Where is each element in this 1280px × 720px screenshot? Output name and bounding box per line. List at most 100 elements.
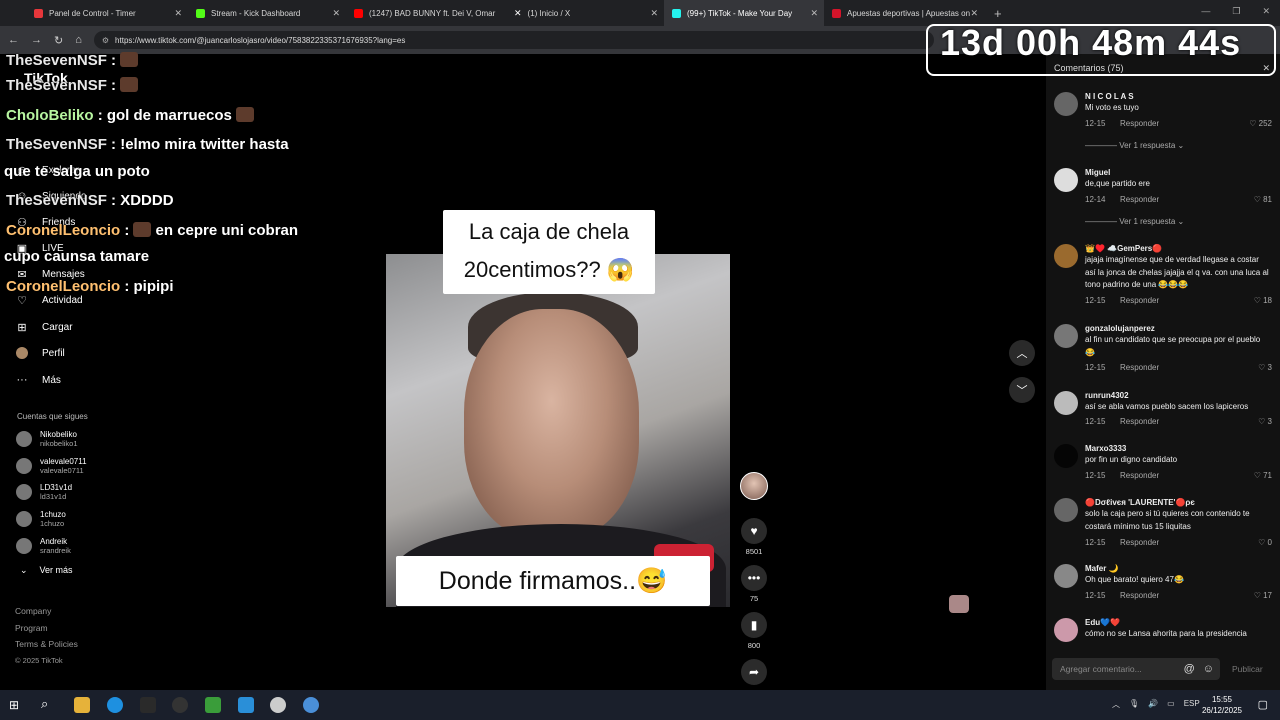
reply-button[interactable]: Responder <box>1120 538 1159 547</box>
reply-button[interactable]: Responder <box>1120 195 1159 204</box>
comment-like-button[interactable]: ♡ 18 <box>1254 296 1272 305</box>
avatar[interactable] <box>1054 324 1078 348</box>
comment-like-button[interactable]: ♡ 252 <box>1249 119 1272 128</box>
forward-icon[interactable]: → <box>31 34 42 46</box>
sidebar-item-explorar[interactable]: ◎ Explorar <box>16 164 79 177</box>
microphone-icon[interactable]: 🎙 <box>1129 699 1139 710</box>
tab-youtube[interactable]: (1247) BAD BUNNY ft. Dei V, Omar <box>346 0 506 26</box>
comment-button[interactable]: ••• 75 <box>738 565 770 603</box>
reply-button[interactable]: Responder <box>1120 591 1159 600</box>
close-tab-icon[interactable]: ✕ <box>650 8 658 19</box>
comment-like-button[interactable]: ♡ 81 <box>1254 195 1272 204</box>
reply-button[interactable]: Responder <box>1120 296 1159 305</box>
sidebar-item-perfil[interactable]: Perfil <box>16 347 65 359</box>
following-account[interactable]: valevale0711 valevale0711 <box>16 457 87 475</box>
sidebar-item-mas[interactable]: ··· Más <box>16 374 61 386</box>
sidebar-item-actividad[interactable]: ♡ Actividad <box>16 294 83 307</box>
following-account[interactable]: LD31v1d ld31v1d <box>16 483 72 501</box>
avatar[interactable] <box>1054 498 1078 522</box>
comment-like-button[interactable]: ♡ 71 <box>1254 471 1272 480</box>
tab-timer[interactable]: Panel de Control - Timer ✕ <box>0 0 188 26</box>
following-account[interactable]: 1chuzo 1chuzo <box>16 510 66 528</box>
video-player[interactable] <box>386 254 730 607</box>
tab-x[interactable]: ✕ (1) Inicio / X ✕ <box>506 0 664 26</box>
avatar[interactable] <box>1054 92 1078 116</box>
minimize-icon[interactable]: — <box>1201 6 1210 17</box>
comment-like-button[interactable]: ♡ 17 <box>1254 591 1272 600</box>
comment-author[interactable]: N I C O L A S <box>1085 92 1134 101</box>
save-button[interactable]: ▮ 800 <box>738 612 770 650</box>
previous-video-button[interactable]: ︿ <box>1009 340 1035 366</box>
sidebar-item-friends[interactable]: ⚇ Friends <box>16 216 75 229</box>
site-info-icon[interactable]: ⚙ <box>102 36 109 45</box>
comment-author[interactable]: Mafer 🌙 <box>1085 564 1119 573</box>
view-replies-button[interactable]: ———— Ver 1 respuesta ⌄ <box>1085 141 1184 150</box>
app-icon[interactable] <box>238 697 254 713</box>
back-icon[interactable]: ← <box>8 34 19 46</box>
following-account[interactable]: Nikobeliko nikobeliko1 <box>16 430 78 448</box>
maximize-icon[interactable]: ❐ <box>1232 6 1240 17</box>
url-field[interactable]: ⚙ https://www.tiktok.com/@juancarlosloja… <box>93 31 934 49</box>
footer-link[interactable]: Program <box>15 620 78 637</box>
app-icon[interactable] <box>303 697 319 713</box>
comment-author[interactable]: Edu💙❤️ <box>1085 618 1120 627</box>
app-icon[interactable] <box>205 697 221 713</box>
avatar[interactable] <box>1054 564 1078 588</box>
see-more-link[interactable]: ⌄ Ver más <box>20 565 73 576</box>
tiktok-logo[interactable]: TikTok <box>24 70 68 86</box>
tab-kick[interactable]: Stream - Kick Dashboard ✕ <box>188 0 346 26</box>
sidebar-item-mensajes[interactable]: ✉ Mensajes <box>16 268 84 281</box>
mention-icon[interactable]: @ <box>1184 663 1195 675</box>
app-icon[interactable] <box>270 697 286 713</box>
reply-button[interactable]: Responder <box>1120 417 1159 426</box>
avatar[interactable] <box>1054 391 1078 415</box>
comment-author[interactable]: gonzalolujanperez <box>1085 324 1155 333</box>
comment-input[interactable]: Agregar comentario... @ ☺ <box>1052 658 1220 680</box>
avatar[interactable] <box>1054 168 1078 192</box>
author-avatar-button[interactable] <box>738 472 770 500</box>
avatar[interactable] <box>1054 618 1078 642</box>
view-replies-button[interactable]: ———— Ver 1 respuesta ⌄ <box>1085 217 1184 226</box>
close-tab-icon[interactable]: ✕ <box>174 8 182 19</box>
comment-like-button[interactable]: ♡ 0 <box>1258 538 1272 547</box>
next-video-button[interactable]: ﹀ <box>1009 377 1035 403</box>
clock[interactable]: 15:55 26/12/2025 <box>1202 694 1242 716</box>
app-icon[interactable] <box>140 697 156 713</box>
reply-button[interactable]: Responder <box>1120 363 1159 372</box>
chevron-up-icon[interactable]: ︿ <box>1112 699 1120 710</box>
close-tab-icon[interactable]: ✕ <box>332 8 340 19</box>
comment-like-button[interactable]: ♡ 3 <box>1258 363 1272 372</box>
network-icon[interactable]: ▭ <box>1167 699 1175 710</box>
sidebar-item-siguiendo[interactable]: ☺ Siguiendo <box>16 190 86 202</box>
language-indicator[interactable]: ESP <box>1184 699 1200 710</box>
notification-icon[interactable]: ▢ <box>1258 698 1268 711</box>
avatar[interactable] <box>1054 444 1078 468</box>
reply-button[interactable]: Responder <box>1120 119 1159 128</box>
close-window-icon[interactable]: ✕ <box>1262 6 1270 17</box>
emoji-icon[interactable]: ☺ <box>1203 663 1214 675</box>
comment-author[interactable]: 👑♥️ ☁️GemPers🔴 <box>1085 244 1162 253</box>
footer-link[interactable]: Company <box>15 603 78 620</box>
footer-link[interactable]: Terms & Policies <box>15 636 78 653</box>
comment-author[interactable]: runrun4302 <box>1085 391 1129 400</box>
edge-icon[interactable] <box>107 697 123 713</box>
following-account[interactable]: Andreik srandreik <box>16 537 71 555</box>
new-tab-icon[interactable]: + <box>994 6 1002 21</box>
reload-icon[interactable]: ↻ <box>54 34 63 47</box>
comment-author[interactable]: Miguel <box>1085 168 1110 177</box>
sidebar-item-live[interactable]: ▣ LIVE <box>16 242 64 255</box>
comment-like-button[interactable]: ♡ 3 <box>1258 417 1272 426</box>
volume-icon[interactable]: 🔊 <box>1148 699 1158 710</box>
close-tab-icon[interactable]: ✕ <box>810 8 818 19</box>
comment-author[interactable]: Marxo3333 <box>1085 444 1126 453</box>
close-tab-icon[interactable]: ✕ <box>970 8 978 19</box>
search-icon[interactable]: ⌕ <box>41 696 48 712</box>
post-comment-button[interactable]: Publicar <box>1232 664 1263 674</box>
avatar[interactable] <box>1054 244 1078 268</box>
home-icon[interactable]: ⌂ <box>75 34 82 46</box>
tab-tiktok[interactable]: (99+) TikTok - Make Your Day ✕ <box>664 0 824 26</box>
file-explorer-icon[interactable] <box>74 697 90 713</box>
windows-start-icon[interactable]: ⊞ <box>9 698 19 712</box>
obs-icon[interactable] <box>172 697 188 713</box>
like-button[interactable]: ♥ 8501 <box>738 518 770 556</box>
